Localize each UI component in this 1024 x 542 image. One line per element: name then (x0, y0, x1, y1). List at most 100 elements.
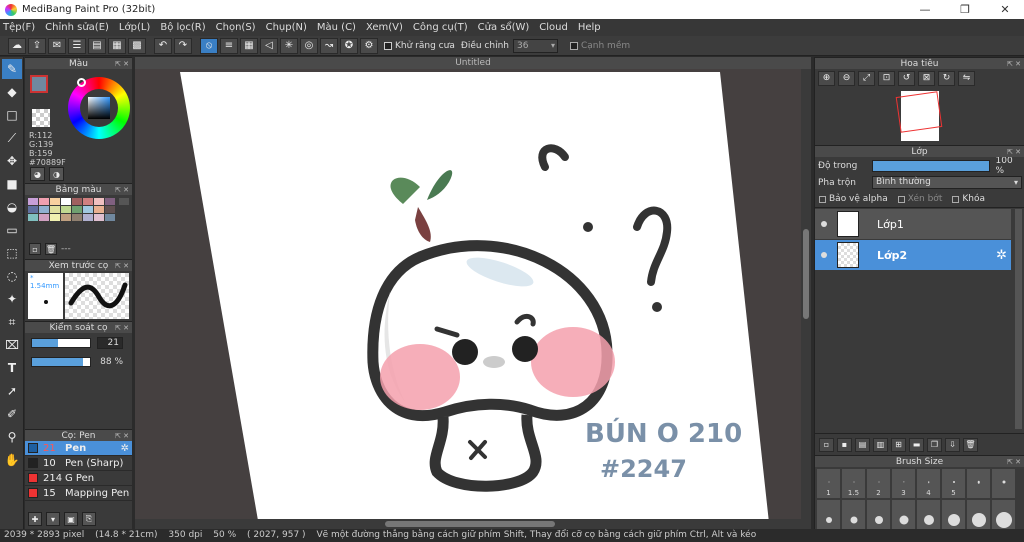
palette-swatch[interactable] (105, 198, 115, 205)
menu-filter[interactable]: Bộ lọc(R) (160, 22, 205, 33)
new-halftone-layer-icon[interactable]: ▪ (837, 437, 852, 452)
brush-size-slider[interactable] (31, 338, 91, 348)
palette-swatch[interactable] (94, 198, 104, 205)
brush-size-value[interactable]: 21 (97, 337, 123, 349)
color-wheel[interactable] (68, 77, 130, 139)
cloud-icon[interactable]: ☁ (8, 37, 26, 54)
protect-alpha-checkbox[interactable] (819, 195, 826, 203)
canvas-area[interactable]: Untitled BÚN O 210 #2247 (135, 57, 811, 529)
menu-window[interactable]: Cửa sổ(W) (478, 22, 530, 33)
gradient-tool-icon[interactable]: ▭ (2, 220, 22, 240)
palette-swatch[interactable] (39, 214, 49, 221)
lock-checkbox[interactable] (952, 195, 960, 203)
brush-size-option[interactable] (892, 500, 915, 529)
layer-visibility-icon[interactable] (821, 221, 827, 227)
palette-swatch[interactable] (105, 214, 115, 221)
document-tab[interactable]: Untitled (135, 57, 811, 69)
palette-swatch[interactable] (94, 206, 104, 213)
snap-parallel-icon[interactable]: ≡ (220, 37, 238, 54)
new-8bit-layer-icon[interactable]: ▤ (855, 437, 870, 452)
bucket-tool-icon[interactable]: ◒ (2, 197, 22, 217)
reset-rotation-icon[interactable]: ⊠ (918, 70, 935, 86)
brush-tool-icon[interactable]: ✎ (2, 59, 22, 79)
snap-curve-icon[interactable]: ↝ (320, 37, 338, 54)
navigator-view-frame[interactable] (895, 91, 943, 133)
add-color-icon[interactable]: ▫ (29, 243, 41, 255)
undo-icon[interactable]: ↶ (154, 37, 172, 54)
drawing-canvas[interactable]: BÚN O 210 #2247 (175, 72, 795, 529)
palette-swatch[interactable] (83, 214, 93, 221)
add-brush-icon[interactable]: ✚ (28, 512, 42, 526)
brush-item[interactable]: 15 Mapping Pen (25, 486, 132, 501)
rotate-left-icon[interactable]: ↺ (898, 70, 915, 86)
hand-tool-icon[interactable]: ✋ (2, 450, 22, 470)
snap-grid-icon[interactable]: ▦ (240, 37, 258, 54)
foreground-color-swatch[interactable] (30, 75, 48, 93)
layer-visibility-icon[interactable] (821, 252, 827, 258)
lasso-tool-icon[interactable]: ◌ (2, 266, 22, 286)
brush-size-option[interactable] (992, 469, 1015, 498)
palette-swatch[interactable] (72, 206, 82, 213)
menu-color[interactable]: Màu (C) (317, 22, 356, 33)
layer-opacity-slider[interactable] (871, 159, 990, 172)
menu-select[interactable]: Chọn(S) (216, 22, 256, 33)
snap-settings-icon[interactable]: ⚙ (360, 37, 378, 54)
grid-alt-icon[interactable]: ▩ (128, 37, 146, 54)
color-mode-icon[interactable]: ◑ (49, 167, 64, 181)
grid-icon[interactable]: ▦ (108, 37, 126, 54)
delete-layer-icon[interactable]: 🗑 (963, 437, 978, 452)
add-layer-menu-icon[interactable]: ⊞ (891, 437, 906, 452)
antialias-checkbox[interactable] (384, 41, 392, 50)
palette-swatch[interactable] (39, 206, 49, 213)
clip-checkbox[interactable] (897, 195, 905, 203)
palette-swatch[interactable] (72, 198, 82, 205)
canvas-vertical-scrollbar[interactable] (801, 69, 811, 529)
new-folder-icon[interactable]: ▬ (909, 437, 924, 452)
palette-swatch[interactable] (105, 206, 115, 213)
palette-swatch[interactable] (61, 214, 71, 221)
brush-size-option[interactable]: 2 (867, 469, 890, 498)
palette-swatch[interactable] (28, 214, 38, 221)
color-palette-icon[interactable]: ◕ (30, 167, 45, 181)
snap-off-icon[interactable]: ⦸ (200, 37, 218, 54)
transparent-color-swatch[interactable] (32, 109, 50, 127)
brush-size-option[interactable]: 4 (917, 469, 940, 498)
zoom-in-icon[interactable]: ⊕ (818, 70, 835, 86)
palette-swatch[interactable] (50, 198, 60, 205)
snap-radial-icon[interactable]: ✳ (280, 37, 298, 54)
minimize-button[interactable]: — (906, 0, 944, 19)
eyedropper-tool-icon[interactable]: ⚲ (2, 427, 22, 447)
correction-select[interactable]: 36 (512, 38, 558, 53)
menu-snap[interactable]: Chụp(N) (266, 22, 307, 33)
menu-layer[interactable]: Lớp(L) (119, 22, 150, 33)
select-pen-tool-icon[interactable]: ⌗ (2, 312, 22, 332)
menu-help[interactable]: Help (578, 22, 601, 33)
move-tool-icon[interactable]: ✥ (2, 151, 22, 171)
zoom-out-icon[interactable]: ⊖ (838, 70, 855, 86)
brush-item[interactable]: 21 Pen ✲ (25, 441, 132, 456)
brush-save-icon[interactable]: ⎘ (82, 512, 96, 526)
brush-size-option[interactable] (992, 500, 1015, 529)
merge-down-icon[interactable]: ⇩ (945, 437, 960, 452)
new-1bit-layer-icon[interactable]: ▥ (873, 437, 888, 452)
navigator-view[interactable] (815, 87, 1024, 145)
menu-tools[interactable]: Công cụ(T) (413, 22, 468, 33)
select-tool-icon[interactable]: ⬚ (2, 243, 22, 263)
palette-swatch[interactable] (39, 198, 49, 205)
brush-size-option[interactable] (967, 500, 990, 529)
brush-size-option[interactable] (867, 500, 890, 529)
palette-swatch[interactable] (94, 214, 104, 221)
snap-vanish-icon[interactable]: ◁ (260, 37, 278, 54)
canvas-horizontal-scrollbar[interactable] (135, 519, 801, 529)
menu-edit[interactable]: Chỉnh sửa(E) (45, 22, 109, 33)
palette-swatch[interactable] (83, 198, 93, 205)
palette-swatch[interactable] (61, 206, 71, 213)
snap-circle-icon[interactable]: ◎ (300, 37, 318, 54)
brush-size-option[interactable]: 5 (942, 469, 965, 498)
fit-icon[interactable]: ⤢ (858, 70, 875, 86)
brush-size-option[interactable] (842, 500, 865, 529)
comment-icon[interactable]: ✉ (48, 37, 66, 54)
brush-size-option[interactable] (817, 500, 840, 529)
blend-mode-select[interactable]: Bình thường (872, 176, 1022, 189)
divide-tool-icon[interactable]: ✐ (2, 404, 22, 424)
